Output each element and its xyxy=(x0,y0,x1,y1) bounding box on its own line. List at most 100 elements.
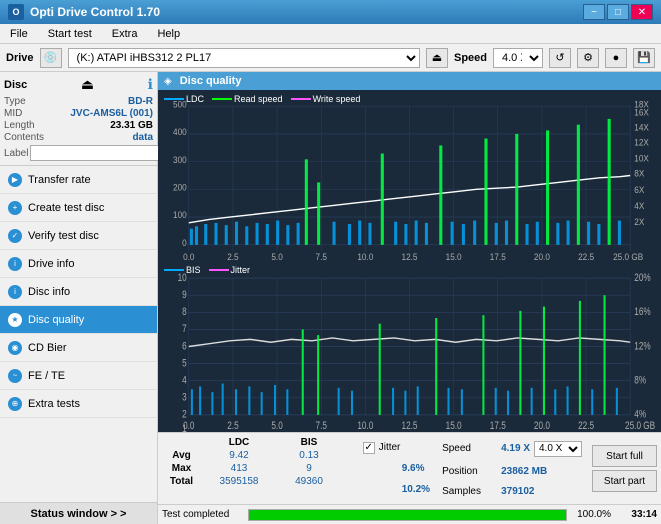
stats-avg-label: Avg xyxy=(164,450,199,461)
sidebar-item-disc-quality[interactable]: ★ Disc quality xyxy=(0,306,157,334)
svg-text:7.5: 7.5 xyxy=(316,420,328,432)
jitter-checkbox[interactable]: ✓ xyxy=(363,442,375,454)
ldc-label: LDC xyxy=(186,94,204,104)
disc-title: Disc xyxy=(4,79,27,91)
menu-start-test[interactable]: Start test xyxy=(42,26,98,42)
write-color xyxy=(291,98,311,100)
speed-select[interactable]: 4.0 X xyxy=(493,48,543,68)
drive-select[interactable]: (K:) ATAPI iHBS312 2 PL17 xyxy=(68,48,420,68)
drive-label: Drive xyxy=(6,52,34,64)
svg-text:20.0: 20.0 xyxy=(534,420,550,432)
sidebar-item-fe-te-label: FE / TE xyxy=(28,370,65,382)
save-button[interactable]: 💾 xyxy=(633,48,655,68)
burn-button[interactable]: ● xyxy=(605,48,627,68)
sidebar-item-disc-info[interactable]: i Disc info xyxy=(0,278,157,306)
cd-bier-icon: ◉ xyxy=(8,341,22,355)
menu-file[interactable]: File xyxy=(4,26,34,42)
svg-text:6X: 6X xyxy=(634,184,644,195)
disc-section: Disc ⏏ ℹ Type BD-R MID JVC-AMS6L (001) L… xyxy=(0,72,157,166)
refresh-button[interactable]: ↺ xyxy=(549,48,571,68)
stats-table: LDC BIS Avg 9.42 0.13 Max 413 9 Total 35… xyxy=(158,433,357,504)
svg-text:22.5: 22.5 xyxy=(578,251,594,261)
disc-length-row: Length 23.31 GB xyxy=(4,120,153,131)
status-text: Test completed xyxy=(162,509,242,520)
disc-contents-label: Contents xyxy=(4,132,44,143)
svg-text:5: 5 xyxy=(182,357,187,370)
stats-avg-bis: 0.13 xyxy=(279,450,339,461)
svg-text:8X: 8X xyxy=(634,168,644,179)
sidebar-item-cd-bier[interactable]: ◉ CD Bier xyxy=(0,334,157,362)
legend-write: Write speed xyxy=(291,94,361,104)
minimize-button[interactable]: − xyxy=(583,4,605,20)
sidebar-item-extra-tests[interactable]: ⊕ Extra tests xyxy=(0,390,157,418)
app-title: Opti Drive Control 1.70 xyxy=(30,5,160,19)
svg-text:2.5: 2.5 xyxy=(227,251,239,261)
sidebar-item-drive-info[interactable]: i Drive info xyxy=(0,250,157,278)
svg-text:400: 400 xyxy=(173,127,187,138)
sidebar: Disc ⏏ ℹ Type BD-R MID JVC-AMS6L (001) L… xyxy=(0,72,158,524)
chart-header: ◈ Disc quality xyxy=(158,72,661,90)
bottom-progress-bar: Test completed 100.0% 33:14 xyxy=(158,504,661,524)
svg-text:2X: 2X xyxy=(634,217,644,228)
stats-area: LDC BIS Avg 9.42 0.13 Max 413 9 Total 35… xyxy=(158,432,661,504)
stats-total-ldc: 3595158 xyxy=(209,476,269,487)
sidebar-item-disc-quality-label: Disc quality xyxy=(28,314,84,326)
drive-icon-btn[interactable]: 💿 xyxy=(40,48,62,68)
stats-col-blank xyxy=(164,437,199,448)
svg-text:16X: 16X xyxy=(634,107,649,118)
sidebar-item-fe-te[interactable]: ~ FE / TE xyxy=(0,362,157,390)
stats-col-ldc: LDC xyxy=(209,437,269,448)
menu-help[interactable]: Help xyxy=(151,26,186,42)
disc-type-value: BD-R xyxy=(128,96,153,107)
maximize-button[interactable]: □ xyxy=(607,4,629,20)
legend-read: Read speed xyxy=(212,94,283,104)
svg-text:5.0: 5.0 xyxy=(271,251,283,261)
jitter-max-value: 10.2% xyxy=(402,484,430,495)
sidebar-item-create-test-disc[interactable]: + Create test disc xyxy=(0,194,157,222)
position-row: Position 23862 MB xyxy=(442,466,582,477)
disc-info-icon: i xyxy=(8,285,22,299)
bis-color xyxy=(164,269,184,271)
settings-button[interactable]: ⚙ xyxy=(577,48,599,68)
svg-text:2.5: 2.5 xyxy=(227,420,239,432)
verify-test-disc-icon: ✓ xyxy=(8,229,22,243)
close-button[interactable]: ✕ xyxy=(631,4,653,20)
sidebar-item-disc-info-label: Disc info xyxy=(28,286,70,298)
sidebar-item-verify-test-disc[interactable]: ✓ Verify test disc xyxy=(0,222,157,250)
read-label: Read speed xyxy=(234,94,283,104)
disc-label-input[interactable] xyxy=(30,145,164,161)
speed-stat-select[interactable]: 4.0 X xyxy=(534,441,582,457)
write-label: Write speed xyxy=(313,94,361,104)
legend-bis: BIS xyxy=(164,265,201,275)
jitter-color xyxy=(209,269,229,271)
jitter-avg-row: 9.6% xyxy=(363,463,430,474)
status-window-button[interactable]: Status window > > xyxy=(0,502,157,524)
disc-length-label: Length xyxy=(4,120,35,131)
eject-button[interactable]: ⏏ xyxy=(426,48,448,68)
start-part-button[interactable]: Start part xyxy=(592,470,657,492)
svg-text:8%: 8% xyxy=(634,374,646,387)
create-test-disc-icon: + xyxy=(8,201,22,215)
start-full-button[interactable]: Start full xyxy=(592,445,657,467)
chart-top: LDC Read speed Write speed xyxy=(158,90,661,261)
disc-quality-icon: ★ xyxy=(8,313,22,327)
menu-bar: File Start test Extra Help xyxy=(0,24,661,44)
disc-mid-value: JVC-AMS6L (001) xyxy=(70,108,153,119)
stats-header-row: LDC BIS xyxy=(164,437,351,448)
svg-text:17.5: 17.5 xyxy=(490,420,506,432)
stats-max-row: Max 413 9 xyxy=(164,463,351,474)
svg-text:12X: 12X xyxy=(634,137,649,148)
disc-detail-icon[interactable]: ℹ xyxy=(148,76,153,93)
svg-text:0.0: 0.0 xyxy=(183,420,195,432)
svg-text:8: 8 xyxy=(182,306,187,319)
jitter-section: ✓ Jitter 9.6% 10.2% xyxy=(357,433,436,504)
menu-extra[interactable]: Extra xyxy=(106,26,144,42)
jitter-label: Jitter xyxy=(231,265,251,275)
sidebar-item-transfer-rate[interactable]: ▶ Transfer rate xyxy=(0,166,157,194)
progress-container xyxy=(248,509,567,521)
drive-bar: Drive 💿 (K:) ATAPI iHBS312 2 PL17 ⏏ Spee… xyxy=(0,44,661,72)
svg-text:0: 0 xyxy=(182,238,187,249)
legend-ldc: LDC xyxy=(164,94,204,104)
disc-eject-icon[interactable]: ⏏ xyxy=(81,76,94,93)
progress-percent: 100.0% xyxy=(573,509,611,520)
